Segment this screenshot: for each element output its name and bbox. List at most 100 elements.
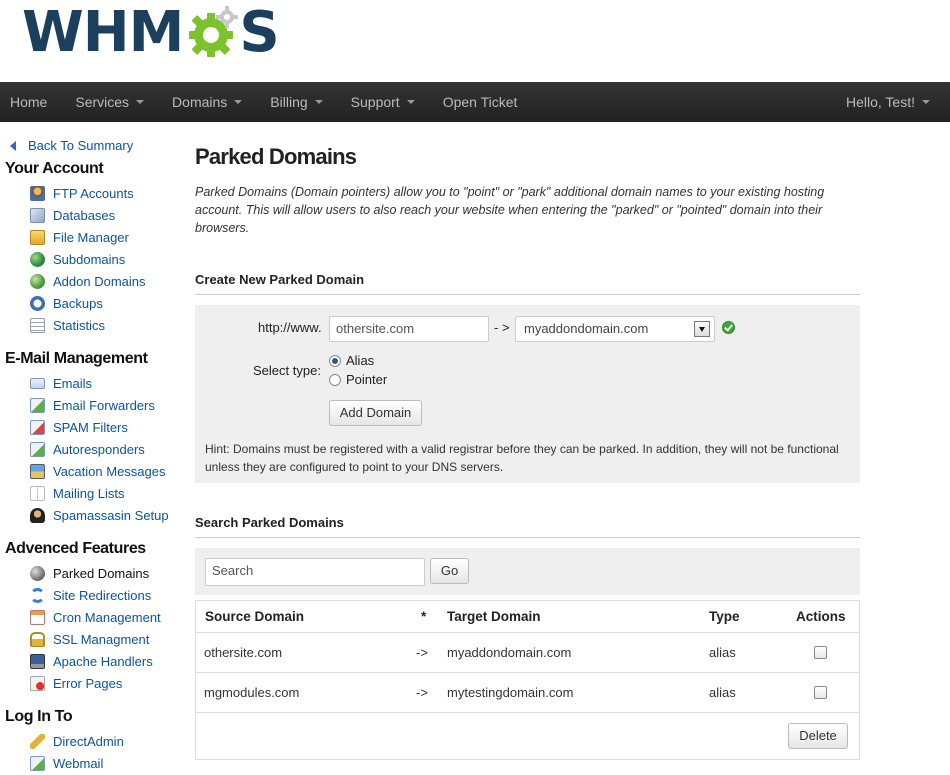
sidebar-item-spamassasin-setup[interactable]: Spamassasin Setup bbox=[30, 506, 169, 524]
row-target: myaddondomain.com bbox=[447, 645, 572, 660]
delete-button[interactable]: Delete bbox=[788, 723, 848, 749]
sidebar-item-ssl-managment[interactable]: SSL Managment bbox=[30, 630, 149, 648]
parked-domains-table: Source Domain * Target Domain Type Actio… bbox=[195, 600, 860, 760]
sidebar-item-error-pages[interactable]: Error Pages bbox=[30, 674, 122, 692]
sidebar-item-statistics[interactable]: Statistics bbox=[30, 316, 105, 334]
hint-text: Hint: Domains must be registered with a … bbox=[205, 442, 839, 474]
nav-home[interactable]: Home bbox=[0, 82, 57, 122]
back-link-label: Back To Summary bbox=[28, 138, 134, 153]
sidebar-item-webmail[interactable]: Webmail bbox=[30, 754, 103, 772]
row-target: mytestingdomain.com bbox=[447, 685, 574, 700]
sidebar-item-label: Subdomains bbox=[53, 251, 126, 267]
sidebar-item-label: FTP Accounts bbox=[53, 185, 134, 201]
globe-icon bbox=[30, 251, 45, 267]
database-icon bbox=[30, 207, 45, 223]
row-source: mgmodules.com bbox=[204, 685, 300, 700]
sidebar-item-label: Spamassasin Setup bbox=[53, 507, 169, 523]
sidebar-heading-advenced-features: Advenced Features bbox=[5, 540, 146, 557]
sidebar-item-label: Mailing Lists bbox=[53, 485, 125, 501]
nav-billing[interactable]: Billing bbox=[260, 82, 332, 122]
ftp-user-icon bbox=[30, 185, 45, 201]
sidebar-item-autoresponders[interactable]: Autoresponders bbox=[30, 440, 145, 458]
sidebar-item-databases[interactable]: Databases bbox=[30, 206, 115, 224]
search-section-title: Search Parked Domains bbox=[195, 515, 860, 538]
sidebar-item-label: DirectAdmin bbox=[53, 733, 124, 749]
nav-support-label: Support bbox=[350, 94, 400, 110]
sidebar-item-email-forwarders[interactable]: Email Forwarders bbox=[30, 396, 155, 414]
spy-icon bbox=[30, 507, 45, 523]
site-header: WHM S bbox=[0, 0, 950, 82]
autoresponder-icon bbox=[30, 441, 45, 457]
sidebar-item-vacation-messages[interactable]: Vacation Messages bbox=[30, 462, 166, 480]
sidebar-item-addon-domains[interactable]: Addon Domains bbox=[30, 272, 146, 290]
lock-icon bbox=[30, 631, 45, 647]
radio-alias-label: Alias bbox=[346, 353, 375, 368]
sidebar-item-label: Vacation Messages bbox=[53, 463, 166, 479]
nav-billing-label: Billing bbox=[270, 94, 308, 110]
sidebar-item-spam-filters[interactable]: SPAM Filters bbox=[30, 418, 128, 436]
sidebar-item-apache-handlers[interactable]: Apache Handlers bbox=[30, 652, 153, 670]
radio-pointer[interactable]: Pointer bbox=[329, 372, 387, 387]
nav-domains-label: Domains bbox=[172, 94, 228, 110]
sidebar-item-mailing-lists[interactable]: Mailing Lists bbox=[30, 484, 125, 502]
go-button[interactable]: Go bbox=[430, 558, 469, 584]
sidebar-item-ftp-accounts[interactable]: FTP Accounts bbox=[30, 184, 134, 202]
nav-support[interactable]: Support bbox=[341, 82, 425, 122]
clock-icon bbox=[30, 295, 45, 311]
main-navbar: Home Services Domains Billing Support Op… bbox=[0, 82, 950, 122]
nav-services-label: Services bbox=[75, 94, 130, 110]
back-to-summary-link[interactable]: Back To Summary bbox=[10, 138, 133, 153]
sidebar-item-label: SPAM Filters bbox=[53, 419, 128, 435]
sidebar-item-label: Backups bbox=[53, 295, 103, 311]
target-domain-select[interactable]: myaddondomain.com bbox=[515, 316, 715, 342]
select-type-label: Select type: bbox=[253, 363, 321, 378]
row-type: alias bbox=[709, 645, 736, 660]
page-title: Parked Domains bbox=[195, 144, 357, 169]
row-divider bbox=[196, 712, 859, 713]
nav-home-label: Home bbox=[10, 94, 48, 110]
sidebar-item-cron-management[interactable]: Cron Management bbox=[30, 608, 161, 626]
nav-services[interactable]: Services bbox=[65, 82, 154, 122]
row-select-checkbox[interactable] bbox=[814, 686, 827, 699]
sidebar-item-emails[interactable]: Emails bbox=[30, 374, 92, 392]
row-divider bbox=[196, 632, 859, 633]
sidebar-heading-log-in-to: Log In To bbox=[5, 708, 73, 725]
check-ok-icon bbox=[722, 321, 735, 334]
caret-down-icon bbox=[406, 100, 415, 104]
sidebar-item-label: Databases bbox=[53, 207, 116, 223]
radio-alias[interactable]: Alias bbox=[329, 353, 374, 368]
row-arrow: -> bbox=[416, 685, 428, 700]
sidebar-item-label: Apache Handlers bbox=[53, 653, 153, 669]
radio-alias-control[interactable] bbox=[329, 354, 341, 367]
sidebar-item-label: Parked Domains bbox=[53, 565, 150, 581]
nav-user-label: Hello, Test! bbox=[846, 94, 915, 110]
row-type: alias bbox=[709, 685, 736, 700]
target-domain-selected: myaddondomain.com bbox=[524, 321, 649, 336]
search-input[interactable]: Search bbox=[205, 558, 425, 586]
dropdown-arrow-icon bbox=[694, 321, 710, 337]
domain-input[interactable]: othersite.com bbox=[329, 316, 489, 342]
sidebar-item-site-redirections[interactable]: Site Redirections bbox=[30, 586, 151, 604]
sidebar-item-directadmin[interactable]: DirectAdmin bbox=[30, 732, 124, 750]
page-description: Parked Domains (Domain pointers) allow y… bbox=[195, 185, 825, 235]
nav-domains[interactable]: Domains bbox=[162, 82, 252, 122]
whmcs-logo[interactable]: WHM S bbox=[22, 5, 280, 61]
arrow-label: - > bbox=[494, 320, 510, 335]
caret-down-icon bbox=[234, 100, 243, 104]
sidebar-item-label: File Manager bbox=[53, 229, 129, 245]
nav-user-menu[interactable]: Hello, Test! bbox=[836, 82, 950, 122]
folder-icon bbox=[30, 229, 45, 245]
nav-open-ticket[interactable]: Open Ticket bbox=[433, 82, 528, 122]
add-domain-button[interactable]: Add Domain bbox=[329, 400, 422, 426]
sidebar-item-subdomains[interactable]: Subdomains bbox=[30, 250, 125, 268]
sidebar-item-file-manager[interactable]: File Manager bbox=[30, 228, 129, 246]
col-star: * bbox=[421, 609, 427, 624]
radio-pointer-control[interactable] bbox=[329, 373, 341, 386]
sidebar-item-backups[interactable]: Backups bbox=[30, 294, 103, 312]
sidebar-item-label: Email Forwarders bbox=[53, 397, 155, 413]
redirect-arrows-icon bbox=[30, 587, 45, 603]
row-select-checkbox[interactable] bbox=[814, 646, 827, 659]
sidebar-item-parked-domains[interactable]: Parked Domains bbox=[30, 564, 149, 582]
sidebar-item-label: Addon Domains bbox=[53, 273, 146, 289]
globe-add-icon bbox=[30, 273, 45, 289]
